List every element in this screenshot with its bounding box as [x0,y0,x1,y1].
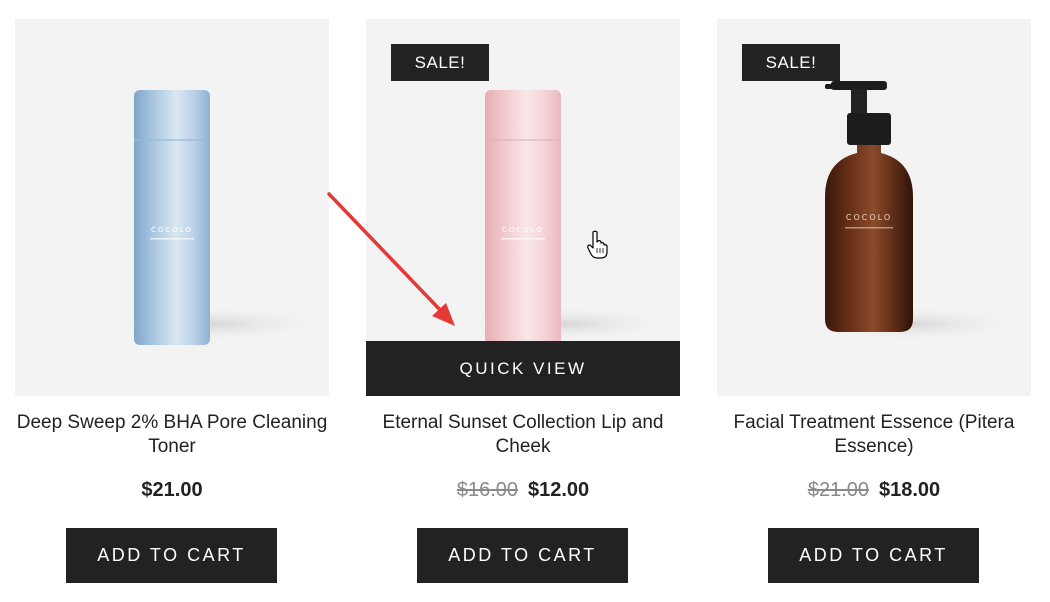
product-image-3[interactable]: COCOLO SALE! [717,19,1031,396]
add-to-cart-button-1[interactable]: ADD TO CART [66,528,277,583]
original-price: $21.00 [807,479,869,501]
sale-price: $12.00 [528,479,590,501]
bottle-brand-text: COCOLO [151,226,193,234]
product-card-2: COCOLO SALE! QUICK VIEW Eternal Sunset C… [366,0,680,602]
sale-price: $18.00 [879,479,941,501]
bottle-brand-text: COCOLO [502,226,544,234]
product-card-1: COCOLO Deep Sweep 2% BHA Pore Cleaning T… [15,0,329,602]
product-title-3[interactable]: Facial Treatment Essence (Pitera Essence… [711,411,1037,459]
product-image-2[interactable]: COCOLO SALE! QUICK VIEW [366,19,680,396]
price-row-1: $21.00 [15,478,329,502]
original-price: $16.00 [456,479,518,501]
product-card-3: COCOLO SALE! Facial Treatment Essence (P… [717,0,1031,602]
product-image-1[interactable]: COCOLO [15,19,329,396]
quick-view-button[interactable]: QUICK VIEW [366,341,680,396]
bottle-brand-text: COCOLO [846,213,892,222]
add-to-cart-button-3[interactable]: ADD TO CART [768,528,979,583]
product-title-1[interactable]: Deep Sweep 2% BHA Pore Cleaning Toner [9,411,335,459]
blue-bottle-image: COCOLO [105,90,325,345]
current-price: $21.00 [141,479,203,501]
sale-badge: SALE! [742,44,840,81]
price-row-2: $16.00 $12.00 [366,478,680,502]
price-row-3: $21.00 $18.00 [717,478,1031,502]
sale-badge: SALE! [391,44,489,81]
product-title-2[interactable]: Eternal Sunset Collection Lip and Cheek [360,411,686,459]
hand-pointer-icon [587,230,608,259]
add-to-cart-button-2[interactable]: ADD TO CART [417,528,628,583]
